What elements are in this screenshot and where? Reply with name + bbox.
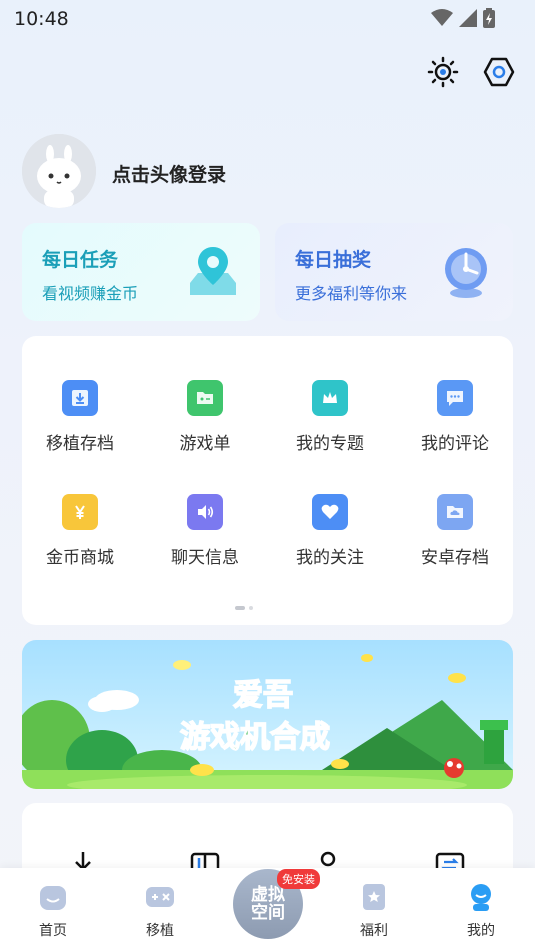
pager-dot [249, 606, 253, 610]
gamepad-icon [145, 882, 175, 912]
login-prompt[interactable]: 点击头像登录 [112, 160, 226, 187]
grid-label: 游戏单 [179, 434, 231, 454]
brightness-icon[interactable] [427, 56, 459, 88]
banner-title-line1: 爱吾 [232, 677, 294, 714]
grid-item-my-topics[interactable]: 我的专题 [270, 380, 390, 454]
download-box-icon [62, 380, 98, 416]
home-icon [38, 882, 68, 912]
grid-item-android-save[interactable]: 安卓存档 [395, 494, 515, 568]
promo-banner[interactable]: 爱吾 游戏机合成 [22, 640, 513, 789]
daily-draw-title: 每日抽奖 [295, 249, 372, 271]
grid-item-my-follows[interactable]: 我的关注 [270, 494, 390, 568]
avatar[interactable] [22, 134, 96, 208]
grid-item-game-list[interactable]: 游戏单 [145, 380, 265, 454]
status-bar: 10:48 [0, 0, 535, 40]
center-label-line1: 虚拟 [251, 885, 285, 905]
grid-item-my-comments[interactable]: 我的评论 [395, 380, 515, 454]
tab-home[interactable]: 首页 [18, 882, 88, 940]
tab-label: 我的 [467, 923, 495, 939]
battery-icon [483, 8, 495, 28]
grid-pager [235, 606, 253, 610]
daily-draw-card[interactable]: 每日抽奖 更多福利等你来 [275, 223, 513, 321]
grid-item-chat-info[interactable]: 聊天信息 [145, 494, 265, 568]
feature-grid: 移植存档 游戏单 我的专题 我的评论 金币商城 聊天信息 我的关注 安卓存档 [22, 336, 513, 625]
tab-label: 福利 [360, 923, 388, 939]
wifi-icon [431, 9, 453, 26]
settings-icon[interactable] [483, 56, 515, 88]
grid-item-transplant-save[interactable]: 移植存档 [20, 380, 140, 454]
banner-title-line2: 游戏机合成 [179, 719, 331, 756]
tab-welfare[interactable]: 福利 [339, 882, 409, 940]
mine-icon [466, 882, 496, 912]
grid-label: 我的专题 [296, 434, 364, 454]
speaker-icon [187, 494, 223, 530]
signal-icon [459, 9, 477, 27]
tab-port[interactable]: 移植 [125, 882, 195, 940]
comment-icon [437, 380, 473, 416]
grid-label: 我的评论 [421, 434, 489, 454]
tab-label: 移植 [146, 923, 174, 939]
no-install-badge: 免安装 [277, 869, 320, 889]
daily-draw-subtitle: 更多福利等你来 [295, 284, 408, 303]
tab-mine[interactable]: 我的 [446, 882, 516, 940]
heart-icon [312, 494, 348, 530]
grid-label: 移植存档 [46, 434, 114, 454]
center-label-line2: 空间 [251, 903, 285, 923]
yen-icon [62, 494, 98, 530]
grid-label: 金币商城 [46, 548, 114, 568]
daily-task-card[interactable]: 每日任务 看视频赚金币 [22, 223, 260, 321]
welfare-icon [359, 882, 389, 912]
pager-dot-active [235, 606, 245, 610]
grid-label: 聊天信息 [171, 548, 239, 568]
daily-task-title: 每日任务 [42, 249, 119, 271]
status-time: 10:48 [14, 8, 69, 30]
lottery-wheel-icon [437, 243, 495, 301]
grid-label: 安卓存档 [421, 548, 489, 568]
map-pin-icon [184, 243, 242, 301]
tab-label: 首页 [39, 923, 67, 939]
status-icons [431, 8, 495, 28]
gamepad-folder-icon [187, 380, 223, 416]
cloud-folder-icon [437, 494, 473, 530]
daily-task-subtitle: 看视频赚金币 [42, 284, 139, 303]
grid-label: 我的关注 [296, 548, 364, 568]
grid-item-coin-shop[interactable]: 金币商城 [20, 494, 140, 568]
crown-icon [312, 380, 348, 416]
